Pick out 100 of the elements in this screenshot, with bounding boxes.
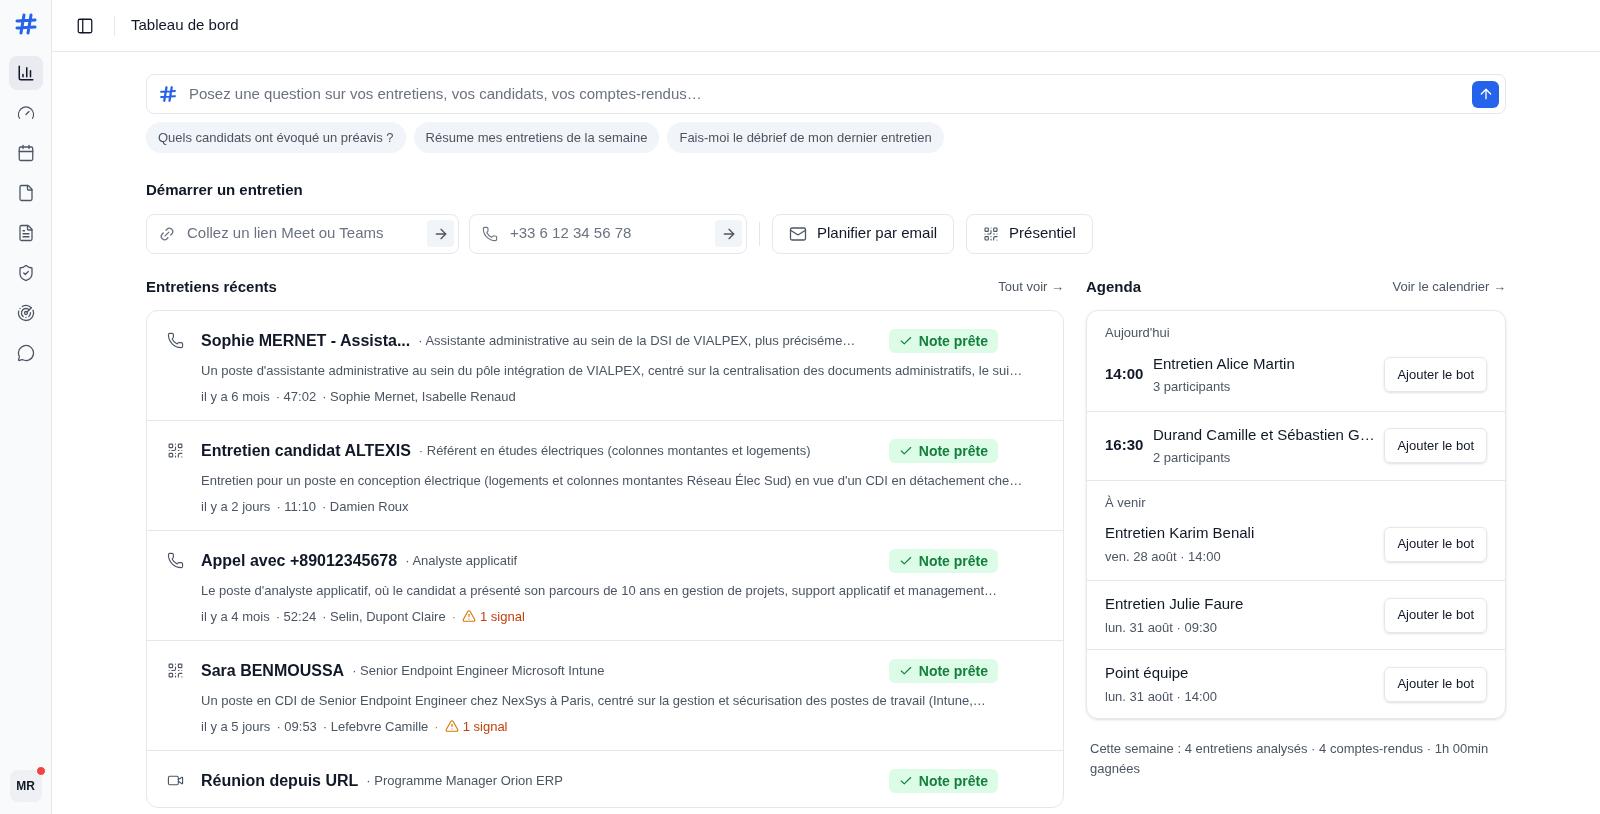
send-button[interactable] xyxy=(1472,80,1499,108)
suggestion-chip[interactable]: Fais-moi le débrief de mon dernier entretien xyxy=(667,122,944,153)
status-badge: Note prête xyxy=(888,769,998,793)
meta-text: · 52:24 xyxy=(275,607,317,626)
add-bot-button[interactable]: Ajouter le bot xyxy=(1384,428,1487,463)
qr-code-icon xyxy=(167,662,184,679)
chart-icon xyxy=(16,64,35,82)
panel-icon xyxy=(76,16,94,35)
event-title: Point équipe xyxy=(1105,663,1190,683)
add-bot-button[interactable]: Ajouter le bot xyxy=(1384,597,1487,633)
event-details: 2 participants xyxy=(1153,449,1232,467)
meta-text: · 47:02 xyxy=(275,387,317,406)
nav-item[interactable] xyxy=(8,56,43,90)
chat-icon xyxy=(16,344,35,362)
status-badge: Note prête xyxy=(888,329,998,353)
interview-summary: Un poste en CDI de Senior Endpoint Engineer chez NexSys à Paris, centré sur la gestion et sécurisation des postes de travail (Intune,… xyxy=(201,692,987,710)
event-title: Entretien Julie Faure xyxy=(1105,594,1245,614)
signal-count: 1 signal xyxy=(462,717,508,736)
see-all-link[interactable]: Tout voir → xyxy=(998,277,1064,297)
interview-title: Sara BENMOUSSA xyxy=(201,661,345,681)
logo-icon xyxy=(13,12,38,36)
event-details: ven. 28 août · 14:00 xyxy=(1105,547,1222,566)
interview-title: Sophie MERNET - Assista... xyxy=(201,331,411,351)
interview-role: · Senior Endpoint Engineer Microsoft Intune xyxy=(352,662,606,681)
status-badge: Note prête xyxy=(888,549,998,573)
meta-text: · 11:10 xyxy=(276,497,316,516)
page-title: Tableau de bord xyxy=(131,15,239,36)
event-details: lun. 31 août · 09:30 xyxy=(1105,618,1219,637)
agenda-section-label: Aujourd'hui xyxy=(1104,324,1171,342)
meta-text: · Sophie Mernet, Isabelle Renaud xyxy=(322,387,516,406)
phone-field[interactable]: +33 6 12 34 56 78 xyxy=(469,213,747,254)
qr-code-icon xyxy=(167,442,184,459)
interview-row[interactable]: Réunion depuis URL · Programme Manager Orion ERP Note prête xyxy=(147,750,1063,807)
document-icon xyxy=(16,224,35,242)
phone-icon xyxy=(167,552,184,569)
ask-field[interactable]: Posez une question sur vos entretiens, vos candidats, vos comptes-rendus… xyxy=(146,74,1506,114)
submit-arrow-button[interactable] xyxy=(427,220,454,247)
meta-text: · Selin, Dupont Claire xyxy=(322,607,446,626)
event-title: Durand Camille et Sébastien G… xyxy=(1153,424,1373,445)
meta-text: il y a 5 jours xyxy=(201,717,271,736)
event-details: lun. 31 août · 14:00 xyxy=(1105,687,1219,706)
event-details: 3 participants xyxy=(1153,378,1232,396)
in-person-button[interactable]: Présentiel xyxy=(966,213,1093,254)
phone-input[interactable]: +33 6 12 34 56 78 xyxy=(510,222,703,245)
separator-dot: · xyxy=(451,607,457,626)
event-time: 16:30 xyxy=(1105,435,1141,456)
add-bot-button[interactable]: Ajouter le bot xyxy=(1384,666,1487,702)
shield-icon xyxy=(16,264,35,282)
status-badge: Note prête xyxy=(888,659,998,683)
logo-icon xyxy=(159,85,177,103)
meta-text: il y a 4 mois xyxy=(201,607,270,626)
link-input[interactable]: Collez un lien Meet ou Teams xyxy=(187,222,415,245)
avatar[interactable]: MR xyxy=(9,770,42,802)
add-bot-button[interactable]: Ajouter le bot xyxy=(1384,526,1487,562)
qr-code-icon xyxy=(983,225,1000,242)
gauge-icon xyxy=(16,104,35,122)
event-title: Entretien Karim Benali xyxy=(1105,523,1256,543)
warning-icon xyxy=(462,609,477,624)
interview-role: · Assistante administrative au sein de la DSI de VIALPEX, plus préciséme… xyxy=(418,332,857,351)
meta-text: il y a 2 jours xyxy=(201,497,271,516)
interview-title: Entretien candidat ALTEXIS xyxy=(201,441,411,461)
meta-text: · Damien Roux xyxy=(321,497,409,516)
check-icon xyxy=(898,774,913,788)
interview-summary: Le poste d'analyste applicatif, où le candidat a présenté son parcours de 10 ans en gestion de projets, support applicatif et management… xyxy=(201,582,998,600)
submit-arrow-button[interactable] xyxy=(715,220,742,247)
interview-role: · Programme Manager Orion ERP xyxy=(366,772,564,791)
calendar-icon xyxy=(16,144,35,162)
check-icon xyxy=(898,334,913,348)
warning-icon xyxy=(444,719,459,734)
check-icon xyxy=(898,554,913,568)
interview-role: · Référent en études électriques (colonnes montantes et logements) xyxy=(418,442,812,461)
event-time: 14:00 xyxy=(1105,364,1141,385)
add-bot-button[interactable]: Ajouter le bot xyxy=(1384,357,1487,392)
mail-icon xyxy=(789,224,807,243)
section-title: Démarrer un entretien xyxy=(146,180,304,200)
section-title: Entretiens récents xyxy=(146,276,277,297)
check-icon xyxy=(898,664,913,678)
check-icon xyxy=(898,444,913,458)
phone-icon xyxy=(482,225,498,242)
section-title: Agenda xyxy=(1086,276,1141,297)
interview-summary: Un poste d'assistante administrative au sein du pôle intégration de VIALPEX, centré sur la centralisation des documents administratifs, le sui… xyxy=(201,362,1024,380)
file-icon xyxy=(16,184,35,202)
suggestion-chip[interactable]: Quels candidats ont évoqué un préavis ? xyxy=(146,122,406,153)
status-badge: Note prête xyxy=(888,439,998,463)
meta-text: · 09:53 xyxy=(276,717,317,736)
interview-summary: Entretien pour un poste en conception électrique (logements et colonnes montantes Réseau Élec Sud) en vue d'un CDI en détachement che… xyxy=(201,472,1024,490)
email-button[interactable]: Planifier par email xyxy=(772,213,955,254)
interview-title: Appel avec +89012345678 xyxy=(201,551,398,571)
suggestion-chip[interactable]: Résume mes entretiens de la semaine xyxy=(413,122,660,153)
signal-count: 1 signal xyxy=(480,607,525,626)
interview-title: Réunion depuis URL xyxy=(201,771,359,791)
link-field[interactable]: Collez un lien Meet ou Teams xyxy=(146,213,459,254)
meta-text: il y a 6 mois xyxy=(201,387,270,406)
meta-text: · Lefebvre Camille xyxy=(322,717,429,736)
agenda-section-label: À venir xyxy=(1104,493,1147,512)
event-title: Entretien Alice Martin xyxy=(1153,353,1296,374)
ask-input[interactable]: Posez une question sur vos entretiens, vos candidats, vos comptes-rendus… xyxy=(189,82,1460,106)
calendar-link[interactable]: Voir le calendrier → xyxy=(1392,277,1506,297)
phone-icon xyxy=(167,332,184,349)
weekly-summary: Cette semaine : 4 entretiens analysés · 4 comptes-rendus · 1h 00min gagnées xyxy=(1089,740,1490,778)
